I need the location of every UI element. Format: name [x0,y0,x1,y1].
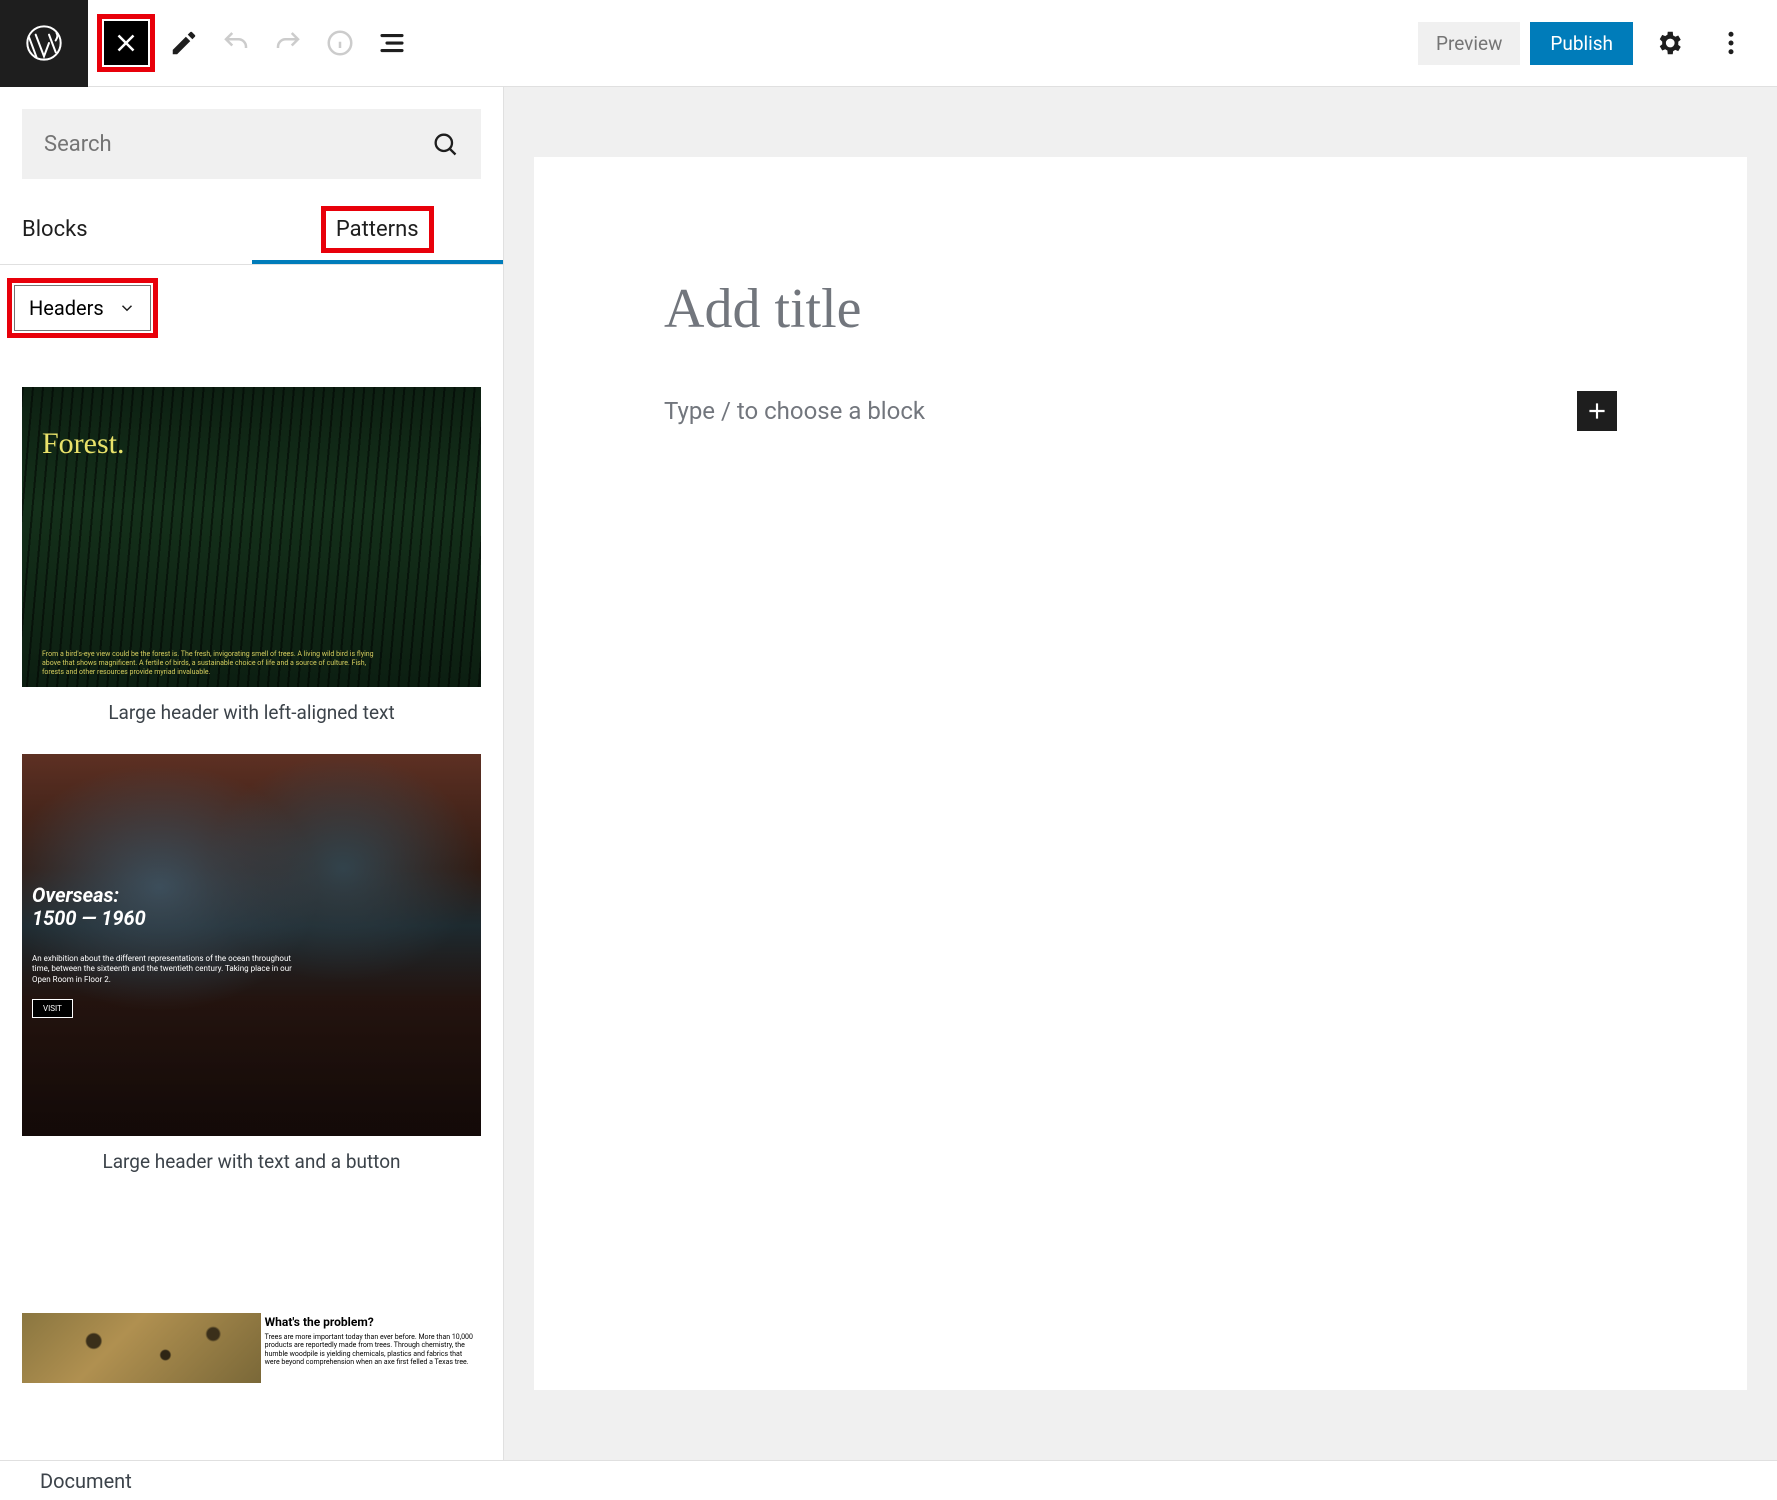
pattern-description: An exhibition about the different repres… [32,954,295,985]
pattern-item[interactable]: Forest. From a bird's-eye view could be … [22,387,481,724]
edit-tool-button[interactable] [158,17,210,69]
gear-icon [1654,28,1684,58]
search-field[interactable] [22,109,481,179]
pattern-item[interactable]: Overseas: 1500 — 1960 An exhibition abou… [22,754,481,1173]
chevron-down-icon [118,299,136,317]
toolbar-right: Preview Publish [1418,17,1777,69]
close-icon [111,28,141,58]
pencil-icon [169,28,199,58]
pattern-caption: Large header with text and a button [22,1150,481,1173]
patterns-list: Forest. From a bird's-eye view could be … [0,351,503,1423]
pattern-preview-overseas[interactable]: Overseas: 1500 — 1960 An exhibition abou… [22,754,481,1136]
pattern-blurb: From a bird's-eye view could be the fore… [42,650,377,677]
info-button[interactable] [314,17,366,69]
pattern-body: Trees are more important today than ever… [265,1333,477,1367]
pattern-heading: Overseas: 1500 — 1960 [32,884,471,930]
editor-footer: Document [0,1460,1777,1500]
pattern-heading: Forest. [42,427,461,461]
pattern-cta-button: VISIT [32,999,73,1018]
pattern-preview-forest[interactable]: Forest. From a bird's-eye view could be … [22,387,481,687]
pattern-image [22,1313,261,1383]
search-input[interactable] [44,132,431,157]
undo-icon [221,28,251,58]
info-icon [325,28,355,58]
publish-button[interactable]: Publish [1530,22,1633,65]
search-icon [431,130,459,158]
editor-canvas[interactable]: Add title Type / to choose a block [534,157,1747,1390]
toolbar-left [88,17,418,69]
wordpress-logo[interactable] [0,0,88,87]
post-title-input[interactable]: Add title [664,277,1617,341]
close-inserter-button[interactable] [104,21,148,65]
plus-icon [1584,398,1610,424]
pattern-heading: What's the problem? [265,1315,477,1329]
wordpress-icon [24,23,64,63]
list-view-icon [377,28,407,58]
outline-button[interactable] [366,17,418,69]
inserter-tabs: Blocks Patterns [0,199,503,265]
settings-button[interactable] [1643,17,1695,69]
block-inserter-panel: Blocks Patterns Headers Forest. From a b… [0,87,504,1460]
category-selected-label: Headers [29,296,104,320]
breadcrumb[interactable]: Document [40,1469,132,1493]
pattern-preview-problem[interactable]: What's the problem? Trees are more impor… [22,1313,481,1383]
editor-canvas-area: Add title Type / to choose a block [504,87,1777,1460]
pattern-category-select[interactable]: Headers [14,285,151,331]
add-block-button[interactable] [1577,391,1617,431]
pattern-item[interactable]: What's the problem? Trees are more impor… [22,1313,481,1383]
preview-button[interactable]: Preview [1418,22,1520,65]
undo-button[interactable] [210,17,262,69]
redo-button[interactable] [262,17,314,69]
block-appender-placeholder[interactable]: Type / to choose a block [664,397,1577,425]
tab-patterns[interactable]: Patterns [252,199,504,264]
kebab-icon [1716,28,1746,58]
pattern-caption: Large header with left-aligned text [22,701,481,724]
tab-blocks[interactable]: Blocks [0,199,252,264]
redo-icon [273,28,303,58]
more-options-button[interactable] [1705,17,1757,69]
editor-toolbar: Preview Publish [0,0,1777,87]
